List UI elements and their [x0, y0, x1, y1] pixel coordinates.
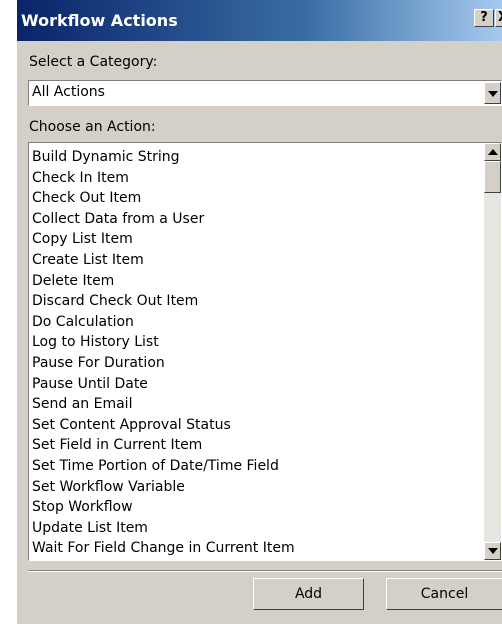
list-item[interactable]: Build Dynamic String [32, 147, 295, 168]
close-button[interactable]: X [495, 9, 502, 27]
category-selected-value: All Actions [32, 84, 105, 100]
list-item[interactable]: Set Content Approval Status [32, 415, 295, 436]
list-item[interactable]: Pause For Duration [32, 353, 295, 374]
scroll-down-icon[interactable] [484, 542, 501, 560]
vertical-scrollbar[interactable] [484, 143, 501, 560]
list-item[interactable]: Delete Item [32, 271, 295, 292]
help-button[interactable]: ? [474, 9, 494, 27]
list-item[interactable]: Send an Email [32, 394, 295, 415]
dialog-title: Workflow Actions [21, 11, 178, 30]
list-item[interactable]: Check In Item [32, 168, 295, 189]
scrollbar-thumb[interactable] [484, 161, 501, 193]
list-item[interactable]: Check Out Item [32, 188, 295, 209]
list-item[interactable]: Wait For Field Change in Current Item [32, 538, 295, 559]
list-item[interactable]: Discard Check Out Item [32, 291, 295, 312]
list-item[interactable]: Collect Data from a User [32, 209, 295, 230]
category-select[interactable]: All Actions [28, 80, 502, 106]
title-bar[interactable]: Workflow Actions ? X [17, 0, 502, 41]
list-item[interactable]: Update List Item [32, 518, 295, 539]
list-item[interactable]: Copy List Item [32, 229, 295, 250]
list-item[interactable]: Set Field in Current Item [32, 435, 295, 456]
list-item[interactable]: Do Calculation [32, 312, 295, 333]
cancel-button[interactable]: Cancel [386, 578, 502, 610]
list-item[interactable]: Log to History List [32, 332, 295, 353]
workflow-actions-dialog: Workflow Actions ? X Select a Category: … [17, 0, 502, 624]
scroll-up-icon[interactable] [484, 143, 501, 161]
action-listbox[interactable]: Build Dynamic String Check In Item Check… [28, 142, 502, 561]
list-item[interactable]: Set Time Portion of Date/Time Field [32, 456, 295, 477]
list-item[interactable]: Pause Until Date [32, 374, 295, 395]
divider [28, 570, 502, 572]
list-item[interactable]: Create List Item [32, 250, 295, 271]
action-label: Choose an Action: [29, 119, 156, 135]
chevron-down-icon[interactable] [484, 82, 501, 104]
category-label: Select a Category: [29, 54, 158, 70]
add-button[interactable]: Add [253, 578, 364, 610]
list-item[interactable]: Set Workflow Variable [32, 477, 295, 498]
list-item[interactable]: Stop Workflow [32, 497, 295, 518]
